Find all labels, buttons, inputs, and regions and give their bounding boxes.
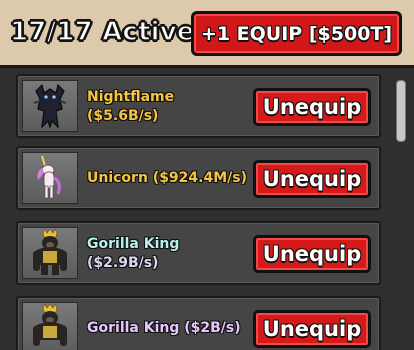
header-bar: 17/17 Active +1 EQUIP [$500T] [0, 0, 414, 68]
unequip-button[interactable]: Unequip [253, 160, 371, 198]
pet-card-gorilla-king: Gorilla King ($2B/s) Unequip [16, 296, 381, 350]
pet-card-nightflame: Nightflame ($5.6B/s) Unequip [16, 74, 381, 138]
pet-rate: ($2.9B/s) [87, 255, 159, 271]
scrollbar-thumb[interactable] [396, 80, 406, 142]
nightflame-pet-icon [22, 80, 78, 132]
gorilla-king-pet-icon [22, 302, 78, 350]
pet-name: Gorilla King [87, 236, 180, 252]
pet-card-gorilla-king: Gorilla King ($2.9B/s) Unequip [16, 221, 381, 285]
pet-card-unicorn: Unicorn ($924.4M/s) Unequip [16, 146, 381, 210]
gorilla-king-pet-icon [22, 227, 78, 279]
active-count-label: 17/17 Active [9, 16, 195, 48]
pet-name: Unicorn ($924.4M/s) [87, 170, 247, 186]
pet-rate: ($5.6B/s) [87, 108, 159, 124]
unequip-button[interactable]: Unequip [253, 88, 371, 126]
equip-slot-button[interactable]: +1 EQUIP [$500T] [191, 11, 402, 56]
pet-list[interactable]: Nightflame ($5.6B/s) Unequip Unicorn ($9… [0, 68, 414, 350]
pet-name: Nightflame [87, 89, 175, 105]
scrollbar[interactable] [396, 70, 406, 348]
unicorn-pet-icon [22, 152, 78, 204]
unequip-button[interactable]: Unequip [253, 235, 371, 273]
unequip-button[interactable]: Unequip [253, 310, 371, 348]
pet-name: Gorilla King ($2B/s) [87, 320, 241, 336]
